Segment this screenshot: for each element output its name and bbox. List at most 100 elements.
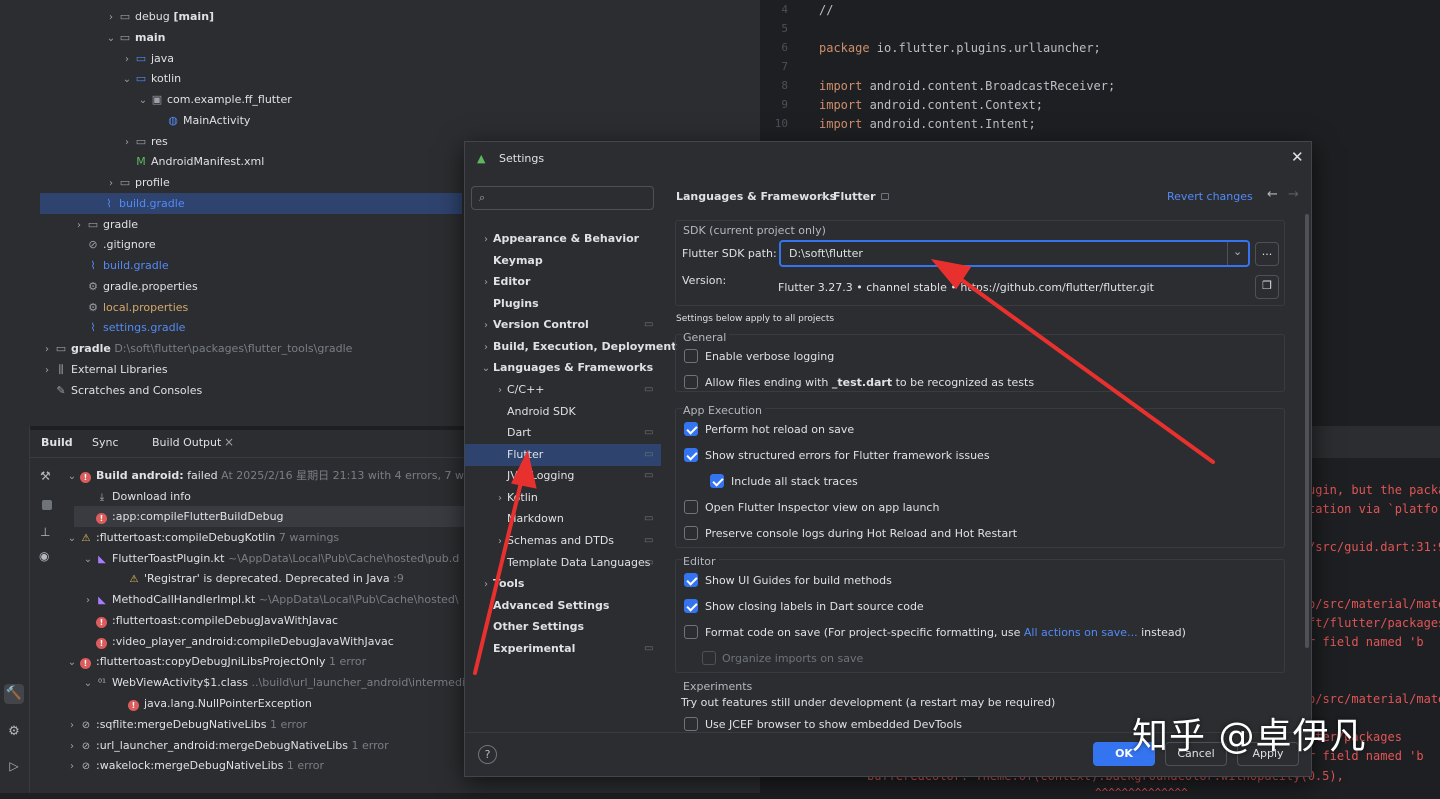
nav-item-template-data-languages[interactable]: Template Data Languages ▭ [465, 552, 661, 574]
nav-item-c-c-[interactable]: › C/C++ ▭ [465, 379, 661, 401]
code-line[interactable]: import android.content.Context; [819, 98, 1043, 112]
chevron-down-icon[interactable]: ⌄ [64, 652, 80, 672]
organize-imports-checkbox[interactable] [702, 651, 716, 665]
build-tree-row[interactable]: ⌄! Build android: failed At 2025/2/16 星期日… [64, 465, 464, 486]
chevron-right-icon[interactable]: › [479, 574, 493, 596]
chevron-right-icon[interactable]: › [104, 173, 118, 194]
chevron-right-icon[interactable]: › [493, 488, 507, 510]
structured-errors-checkbox[interactable] [684, 448, 698, 462]
build-tree-row[interactable]: › ⊘:wakelock:mergeDebugNativeLibs 1 error [64, 755, 464, 776]
chevron-down-icon[interactable]: ⌄ [64, 466, 80, 486]
chevron-down-icon[interactable]: ⌄ [104, 28, 118, 49]
build-tree-row[interactable]: !:video_player_android:compileDebugJavaW… [80, 631, 464, 652]
allow-test-files-checkbox[interactable] [684, 375, 698, 389]
chevron-down-icon[interactable]: ⌄ [479, 358, 493, 380]
chevron-down-icon[interactable]: ⌄ [120, 69, 134, 90]
breadcrumb-parent[interactable]: Languages & Frameworks [676, 190, 836, 203]
chevron-right-icon[interactable]: › [493, 531, 507, 553]
chevron-right-icon[interactable]: › [120, 49, 134, 70]
chevron-right-icon[interactable]: › [479, 229, 493, 251]
tab-build[interactable]: Build [41, 436, 73, 449]
build-tree-row[interactable]: ⌄!:fluttertoast:copyDebugJniLibsProjectO… [64, 651, 464, 672]
chevron-right-icon[interactable]: › [479, 617, 493, 639]
verbose-logging-checkbox[interactable] [684, 349, 698, 363]
chevron-right-icon[interactable]: › [40, 339, 54, 360]
preserve-logs-checkbox[interactable] [684, 526, 698, 540]
help-button[interactable]: ? [478, 745, 497, 764]
tree-item[interactable]: ⌄ ▣ com.example.ff_flutter [0, 89, 760, 110]
pin-icon[interactable]: ⊥ [40, 526, 50, 538]
chevron-right-icon[interactable]: › [479, 337, 493, 359]
nav-item-experimental[interactable]: Experimental ▭ [465, 638, 661, 660]
nav-item-schemas-and-dtds[interactable]: › Schemas and DTDs ▭ [465, 530, 661, 552]
run-icon[interactable]: ▷ [4, 756, 24, 776]
build-tree-row[interactable]: › ⊘:url_launcher_android:mergeDebugNative… [64, 735, 464, 756]
chevron-down-icon[interactable]: ⌄ [1233, 245, 1242, 258]
build-tree-row[interactable]: ⚠ 'Registrar' is deprecated. Deprecated i… [112, 568, 464, 589]
build-tree-row[interactable]: ⌄ ◣ FlutterToastPlugin.kt ~\AppData\Local\… [80, 548, 464, 569]
build-tree-row[interactable]: ⌄ ⁰¹ WebViewActivity$1.class ..\build\url_… [80, 672, 464, 693]
chevron-down-icon[interactable]: ⌄ [64, 528, 80, 548]
scrollbar-thumb[interactable] [1305, 214, 1309, 648]
chevron-right-icon[interactable]: › [479, 272, 493, 294]
eye-icon[interactable]: ◉ [39, 550, 49, 562]
ui-guides-checkbox[interactable] [684, 573, 698, 587]
nav-item-other-settings[interactable]: › Other Settings [465, 616, 661, 638]
nav-item-flutter[interactable]: Flutter ▭ [465, 444, 661, 466]
tree-item[interactable]: › ▭ debug [main] [0, 6, 760, 27]
tab-build-output[interactable]: Build Output [152, 436, 221, 449]
tree-item[interactable]: ◍ MainActivity [0, 110, 760, 131]
nav-item-build-execution-deployment[interactable]: › Build, Execution, Deployment [465, 336, 676, 359]
chevron-right-icon[interactable]: › [64, 756, 80, 776]
nav-item-tools[interactable]: › Tools [465, 573, 661, 595]
code-line[interactable]: // [819, 3, 833, 17]
close-icon[interactable]: ✕ [1291, 150, 1304, 165]
inspector-checkbox[interactable] [684, 500, 698, 514]
chevron-right-icon[interactable]: › [64, 715, 80, 735]
tree-item[interactable]: ⌄ ▭ main [0, 27, 760, 48]
format-on-save-checkbox[interactable] [684, 625, 698, 639]
chevron-down-icon[interactable]: ⌄ [80, 673, 96, 693]
sdk-path-field[interactable]: D:\soft\flutter ⌄ [779, 240, 1250, 267]
hammer-icon[interactable]: ⚒ [40, 470, 51, 482]
build-tree-row[interactable]: ! java.lang.NullPointerException [112, 693, 464, 714]
nav-item-editor[interactable]: › Editor [465, 271, 661, 293]
hot-reload-checkbox[interactable] [684, 422, 698, 436]
tab-sync[interactable]: Sync [92, 436, 119, 449]
nav-item-languages-frameworks[interactable]: ⌄ Languages & Frameworks [465, 357, 661, 379]
build-tool-icon[interactable]: 🔨 [4, 684, 24, 704]
build-tree-row[interactable]: !:app:compileFlutterBuildDebug [74, 506, 464, 527]
chevron-right-icon[interactable]: › [64, 736, 80, 756]
code-line[interactable]: import android.content.Intent; [819, 117, 1036, 131]
nav-item-kotlin[interactable]: › Kotlin [465, 487, 661, 509]
chevron-right-icon[interactable]: › [80, 590, 96, 610]
tree-item[interactable]: › ▭ java [0, 48, 760, 69]
stack-traces-checkbox[interactable] [710, 474, 724, 488]
browse-button[interactable]: ... [1255, 242, 1279, 266]
chevron-down-icon[interactable]: ⌄ [136, 90, 150, 111]
all-actions-on-save-link[interactable]: All actions on save... [1024, 626, 1138, 639]
code-line[interactable]: import android.content.BroadcastReceiver… [819, 79, 1115, 93]
build-tree-row[interactable]: › ◣ MethodCallHandlerImpl.kt ~\AppData\Loc… [80, 589, 464, 610]
back-arrow-icon[interactable]: ← [1267, 187, 1278, 202]
stop-icon[interactable] [42, 500, 52, 510]
build-tree-row[interactable]: ⤓ Download info [80, 486, 464, 507]
chevron-right-icon[interactable]: › [72, 215, 86, 236]
nav-item-version-control[interactable]: › Version Control ▭ [465, 314, 661, 336]
jcef-checkbox[interactable] [684, 717, 698, 731]
tree-item[interactable]: ⌄ ▭ kotlin [0, 68, 760, 89]
device-manager-icon[interactable]: ⚙ [4, 722, 24, 742]
chevron-right-icon[interactable]: › [479, 315, 493, 337]
nav-item-plugins[interactable]: Plugins [465, 293, 661, 315]
build-tree-row[interactable]: › ⊘:sqflite:mergeDebugNativeLibs 1 error [64, 714, 464, 735]
chevron-right-icon[interactable]: › [104, 7, 118, 28]
nav-item-advanced-settings[interactable]: Advanced Settings [465, 595, 661, 617]
build-tree-row[interactable]: ⌄ ⚠:fluttertoast:compileDebugKotlin 7 war… [64, 527, 464, 548]
chevron-right-icon[interactable]: › [120, 132, 134, 153]
revert-changes-link[interactable]: Revert changes [1167, 190, 1253, 203]
nav-item-markdown[interactable]: Markdown ▭ [465, 508, 661, 530]
copy-icon[interactable]: ❐ [1255, 275, 1279, 299]
nav-item-dart[interactable]: Dart ▭ [465, 422, 661, 444]
chevron-right-icon[interactable]: › [40, 360, 54, 381]
build-tree-row[interactable]: !:fluttertoast:compileDebugJavaWithJavac [80, 610, 464, 631]
